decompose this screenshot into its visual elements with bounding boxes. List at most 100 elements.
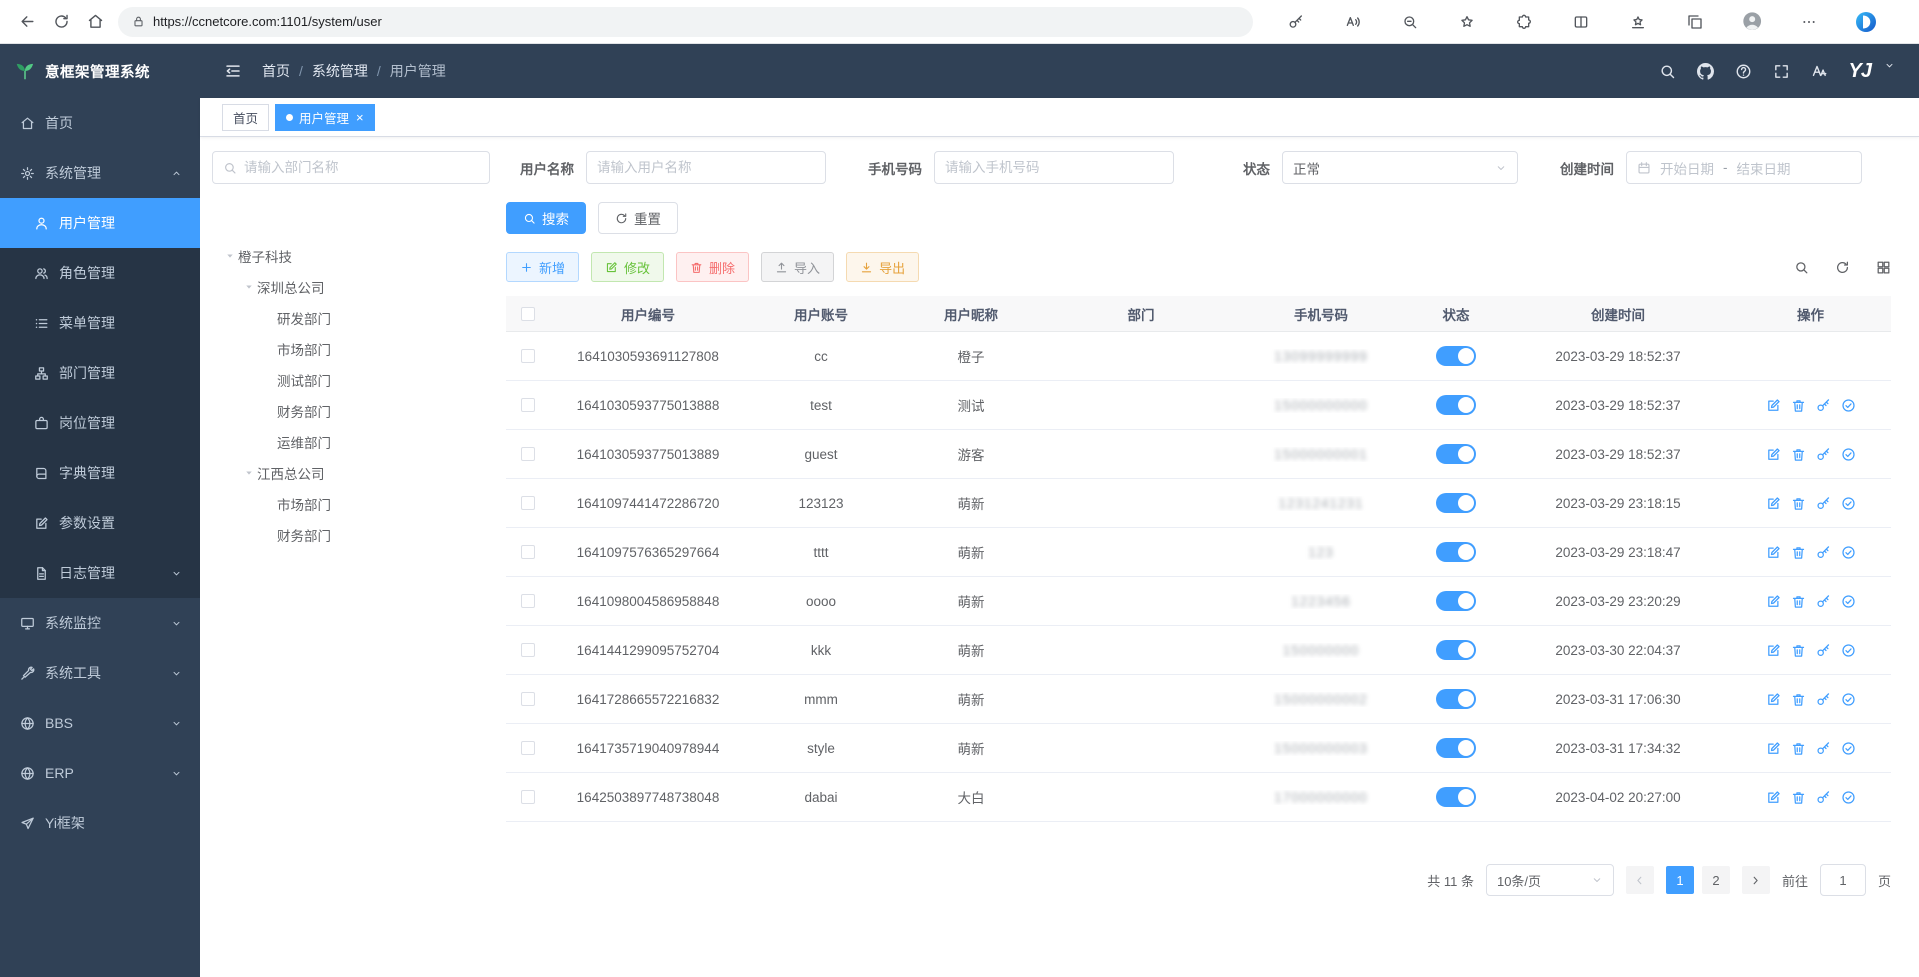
sidebar-item[interactable]: 菜单管理 [0,298,200,348]
sidebar-item[interactable]: 系统管理 [0,148,200,198]
reset-button[interactable]: 重置 [598,202,678,234]
more-menu-icon[interactable] [1795,8,1823,36]
github-icon[interactable] [1697,63,1714,80]
password-key-icon[interactable] [1282,8,1310,36]
sidebar-item[interactable]: Yi框架 [0,798,200,848]
delete-icon[interactable] [1791,545,1806,560]
reset-password-icon[interactable] [1816,545,1831,560]
search-button[interactable]: 搜索 [506,202,586,234]
split-screen-icon[interactable] [1567,8,1595,36]
sidebar-item[interactable]: BBS [0,698,200,748]
edit-icon[interactable] [1766,790,1781,805]
reset-password-icon[interactable] [1816,790,1831,805]
status-toggle[interactable] [1436,738,1476,758]
address-bar[interactable]: https://ccnetcore.com:1101/system/user [118,7,1253,37]
export-button[interactable]: 导出 [846,252,919,282]
delete-icon[interactable] [1791,643,1806,658]
phone-field[interactable] [945,160,1163,175]
assign-role-icon[interactable] [1841,790,1856,805]
date-range-picker[interactable]: 开始日期 - 结束日期 [1626,151,1862,184]
home-icon[interactable] [78,5,112,39]
copilot-icon[interactable] [1852,8,1880,36]
help-icon[interactable] [1735,63,1752,80]
status-toggle[interactable] [1436,444,1476,464]
edit-icon[interactable] [1766,447,1781,462]
tree-node[interactable]: 深圳总公司 [212,271,490,302]
tab[interactable]: 用户管理 × [275,104,375,131]
department-search-field[interactable] [244,160,479,175]
tree-expand-icon[interactable] [222,251,238,261]
status-toggle[interactable] [1436,542,1476,562]
reset-password-icon[interactable] [1816,594,1831,609]
close-icon[interactable]: × [356,111,364,124]
sidebar-item[interactable]: 参数设置 [0,498,200,548]
sidebar-item[interactable]: 角色管理 [0,248,200,298]
breadcrumb-item[interactable]: 首页 [262,61,290,81]
delete-icon[interactable] [1791,741,1806,756]
chevron-down-icon[interactable] [1884,60,1895,71]
edit-icon[interactable] [1766,398,1781,413]
reset-password-icon[interactable] [1816,692,1831,707]
tree-node[interactable]: 市场部门 [212,333,490,364]
prev-page-button[interactable] [1626,866,1654,894]
status-toggle[interactable] [1436,493,1476,513]
row-checkbox[interactable] [521,349,535,363]
select-all-checkbox[interactable] [521,307,535,321]
username-field[interactable] [597,160,815,175]
modify-button[interactable]: 修改 [591,252,664,282]
back-icon[interactable] [10,5,44,39]
reset-password-icon[interactable] [1816,496,1831,511]
tree-node[interactable]: 橙子科技 [212,240,490,271]
toggle-search-icon[interactable] [1794,260,1809,275]
breadcrumb-item[interactable]: 系统管理 [312,61,368,81]
phone-input[interactable] [934,151,1174,184]
reset-password-icon[interactable] [1816,447,1831,462]
status-select[interactable]: 正常 [1282,151,1518,184]
status-toggle[interactable] [1436,689,1476,709]
status-toggle[interactable] [1436,640,1476,660]
delete-icon[interactable] [1791,447,1806,462]
sidebar-fold-icon[interactable] [224,62,242,80]
page-size-select[interactable]: 10条/页 [1486,864,1614,896]
page-number-button[interactable]: 1 [1666,866,1694,894]
status-toggle[interactable] [1436,787,1476,807]
profile-avatar[interactable] [1738,8,1766,36]
tree-node[interactable]: 运维部门 [212,426,490,457]
assign-role-icon[interactable] [1841,643,1856,658]
font-size-icon[interactable] [1811,63,1828,80]
read-aloud-icon[interactable] [1339,8,1367,36]
next-page-button[interactable] [1742,866,1770,894]
row-checkbox[interactable] [521,496,535,510]
columns-icon[interactable] [1876,260,1891,275]
zoom-icon[interactable] [1396,8,1424,36]
row-checkbox[interactable] [521,398,535,412]
favorites-icon[interactable] [1624,8,1652,36]
collections-icon[interactable] [1681,8,1709,36]
edit-icon[interactable] [1766,594,1781,609]
fullscreen-icon[interactable] [1773,63,1790,80]
username-input[interactable] [586,151,826,184]
sidebar-item[interactable]: 首页 [0,98,200,148]
assign-role-icon[interactable] [1841,692,1856,707]
extensions-icon[interactable] [1510,8,1538,36]
delete-button[interactable]: 删除 [676,252,749,282]
tree-expand-icon[interactable] [241,468,257,478]
reset-password-icon[interactable] [1816,643,1831,658]
edit-icon[interactable] [1766,643,1781,658]
status-toggle[interactable] [1436,395,1476,415]
status-toggle[interactable] [1436,591,1476,611]
refresh-table-icon[interactable] [1835,260,1850,275]
reset-password-icon[interactable] [1816,741,1831,756]
tree-node[interactable]: 市场部门 [212,488,490,519]
assign-role-icon[interactable] [1841,741,1856,756]
assign-role-icon[interactable] [1841,398,1856,413]
assign-role-icon[interactable] [1841,594,1856,609]
delete-icon[interactable] [1791,692,1806,707]
user-logo[interactable]: YJ [1849,60,1871,83]
tree-node[interactable]: 测试部门 [212,364,490,395]
delete-icon[interactable] [1791,398,1806,413]
delete-icon[interactable] [1791,594,1806,609]
sidebar-item[interactable]: 系统监控 [0,598,200,648]
import-button[interactable]: 导入 [761,252,834,282]
edit-icon[interactable] [1766,692,1781,707]
